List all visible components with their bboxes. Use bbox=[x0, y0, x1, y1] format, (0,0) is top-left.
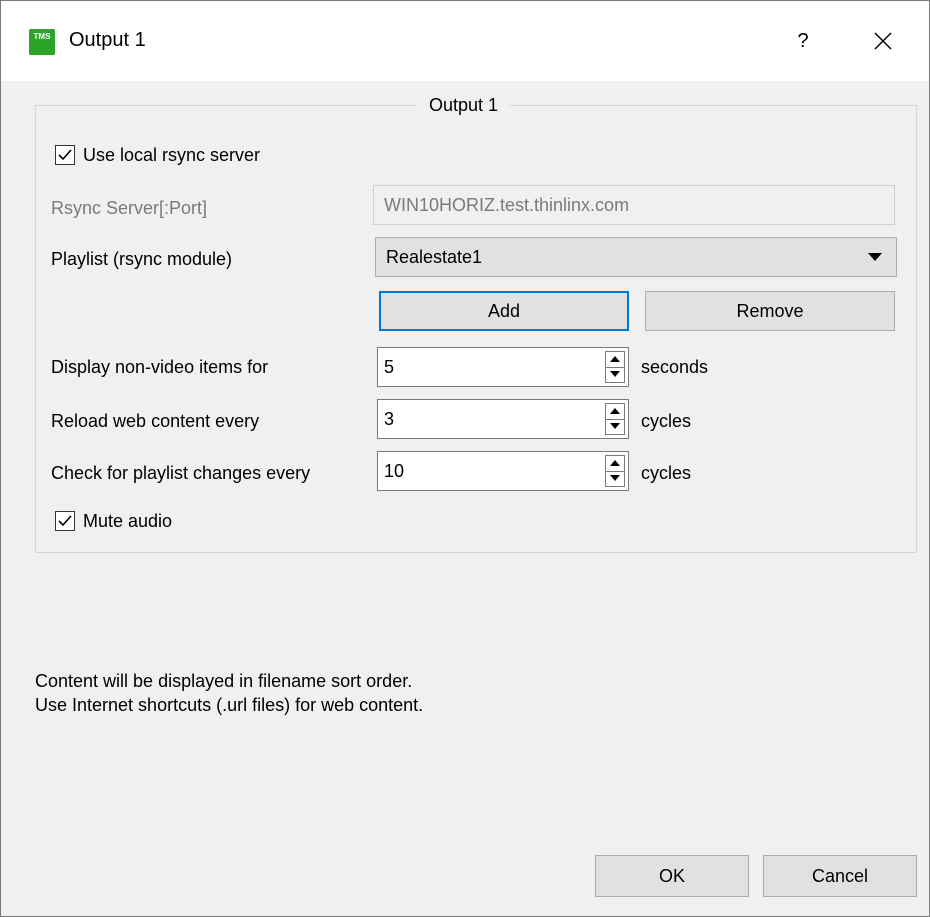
use-local-rsync-label[interactable]: Use local rsync server bbox=[83, 145, 260, 166]
arrow-up-icon bbox=[610, 408, 620, 414]
mute-audio-checkbox[interactable] bbox=[55, 511, 75, 531]
spin-up-button[interactable] bbox=[606, 352, 624, 368]
playlist-dropdown[interactable]: Realestate1 bbox=[375, 237, 897, 277]
spinbox-arrows bbox=[605, 403, 625, 435]
spin-up-button[interactable] bbox=[606, 456, 624, 472]
dialog-window: TMS Output 1 ? Output 1 Use local rsync … bbox=[0, 0, 930, 917]
arrow-down-icon bbox=[610, 475, 620, 481]
spin-down-button[interactable] bbox=[606, 367, 624, 382]
spinbox-value: 5 bbox=[384, 357, 395, 377]
check-playlist-label: Check for playlist changes every bbox=[51, 463, 311, 483]
window-title: Output 1 bbox=[69, 29, 146, 51]
reload-web-label: Reload web content every bbox=[51, 411, 260, 431]
close-button[interactable] bbox=[861, 19, 905, 63]
spinbox-arrows bbox=[605, 351, 625, 383]
check-playlist-unit: cycles bbox=[641, 463, 692, 483]
reload-web-spinbox[interactable]: 3 bbox=[377, 399, 629, 439]
close-icon bbox=[874, 32, 892, 50]
rsync-server-field[interactable]: WIN10HORIZ.test.thinlinx.com bbox=[373, 185, 895, 225]
arrow-up-icon bbox=[610, 460, 620, 466]
add-button[interactable]: Add bbox=[379, 291, 629, 331]
spinbox-value: 3 bbox=[384, 409, 395, 429]
checkmark-icon bbox=[58, 515, 72, 527]
spinbox-value: 10 bbox=[384, 461, 405, 481]
display-non-video-unit: seconds bbox=[641, 357, 709, 377]
reload-web-unit: cycles bbox=[641, 411, 692, 431]
groupbox-title: Output 1 bbox=[417, 95, 511, 116]
title-bar[interactable]: TMS Output 1 ? bbox=[1, 1, 929, 81]
chevron-down-icon bbox=[868, 253, 882, 261]
spin-down-button[interactable] bbox=[606, 419, 624, 434]
info-url-shortcuts: Use Internet shortcuts (.url files) for … bbox=[35, 695, 424, 715]
display-non-video-label: Display non-video items for bbox=[51, 357, 269, 377]
arrow-down-icon bbox=[610, 423, 620, 429]
info-sort-order: Content will be displayed in filename so… bbox=[35, 671, 413, 691]
rsync-server-label: Rsync Server[:Port] bbox=[51, 198, 208, 218]
mute-audio-label[interactable]: Mute audio bbox=[83, 511, 172, 532]
spin-up-button[interactable] bbox=[606, 404, 624, 420]
spinbox-arrows bbox=[605, 455, 625, 487]
check-playlist-spinbox[interactable]: 10 bbox=[377, 451, 629, 491]
arrow-down-icon bbox=[610, 371, 620, 377]
playlist-label: Playlist (rsync module) bbox=[51, 249, 233, 269]
remove-button[interactable]: Remove bbox=[645, 291, 895, 331]
use-local-rsync-checkbox[interactable] bbox=[55, 145, 75, 165]
help-button[interactable]: ? bbox=[783, 21, 823, 61]
display-non-video-spinbox[interactable]: 5 bbox=[377, 347, 629, 387]
ok-button[interactable]: OK bbox=[595, 855, 749, 897]
arrow-up-icon bbox=[610, 356, 620, 362]
playlist-selected-value: Realestate1 bbox=[386, 247, 483, 267]
app-icon: TMS bbox=[29, 29, 55, 55]
cancel-button[interactable]: Cancel bbox=[763, 855, 917, 897]
checkmark-icon bbox=[58, 149, 72, 161]
spin-down-button[interactable] bbox=[606, 471, 624, 486]
